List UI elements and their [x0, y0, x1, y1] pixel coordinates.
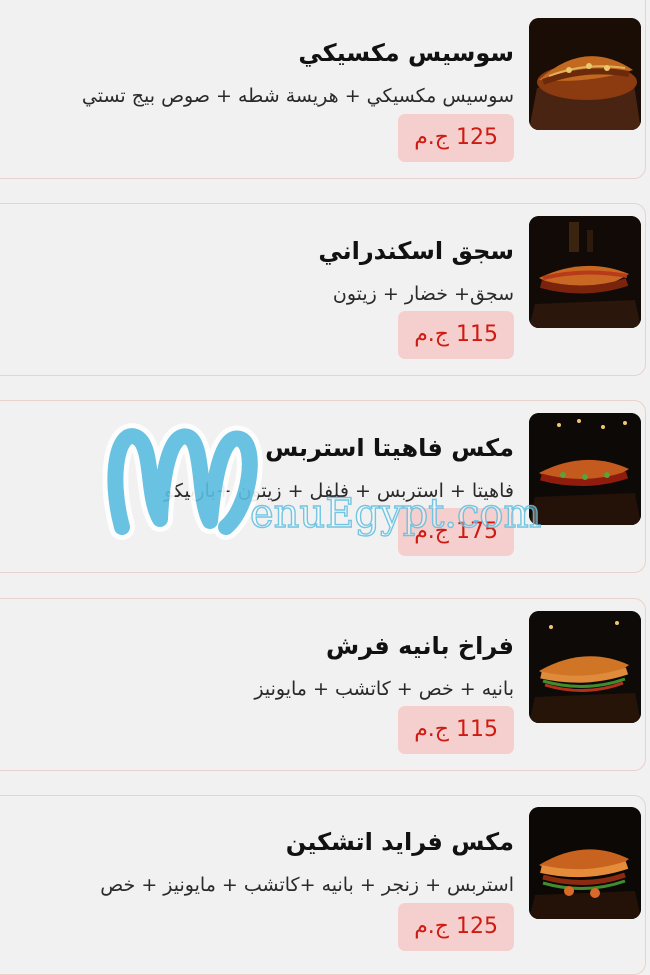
item-title: مكس فرايد اتشكين — [285, 828, 514, 856]
item-title: سجق اسكندراني — [318, 237, 514, 265]
sandwich-image — [529, 216, 641, 328]
item-price: 115 ج.م — [398, 706, 514, 754]
item-price: 115 ج.م — [398, 311, 514, 359]
menu-item-card[interactable]: مكس فرايد اتشكين استربس + زنجر + بانيه +… — [0, 795, 646, 975]
sandwich-image — [529, 611, 641, 723]
item-price: 125 ج.م — [398, 903, 514, 951]
item-title: فراخ بانيه فرش — [325, 632, 514, 660]
item-title: سوسيس مكسيكي — [298, 39, 514, 67]
item-description: سوسيس مكسيكي + هريسة شطه + صوص بيج تستي — [81, 85, 514, 107]
menu-item-card[interactable]: مكس فاهيتا استربس فاهيتا + استربس + فلفل… — [0, 400, 646, 573]
item-description: بانيه + خص + كاتشب + مايونيز — [254, 678, 514, 700]
menu-item-card[interactable]: فراخ بانيه فرش بانيه + خص + كاتشب + مايو… — [0, 598, 646, 771]
sandwich-image — [529, 18, 641, 130]
item-description: فاهيتا + استربس + فلفل + زيتون +باربيكو — [164, 480, 514, 502]
item-price: 175 ج.م — [398, 508, 514, 556]
sandwich-image — [529, 807, 641, 919]
menu-item-card[interactable]: سجق اسكندراني سجق+ خضار + زيتون 115 ج.م — [0, 203, 646, 376]
item-price: 125 ج.م — [398, 114, 514, 162]
item-title: مكس فاهيتا استربس — [265, 434, 514, 462]
item-description: سجق+ خضار + زيتون — [332, 283, 514, 305]
menu-item-card[interactable]: سوسيس مكسيكي سوسيس مكسيكي + هريسة شطه + … — [0, 0, 646, 179]
sandwich-image — [529, 413, 641, 525]
item-description: استربس + زنجر + بانيه +كاتشب + مايونيز +… — [100, 874, 514, 896]
